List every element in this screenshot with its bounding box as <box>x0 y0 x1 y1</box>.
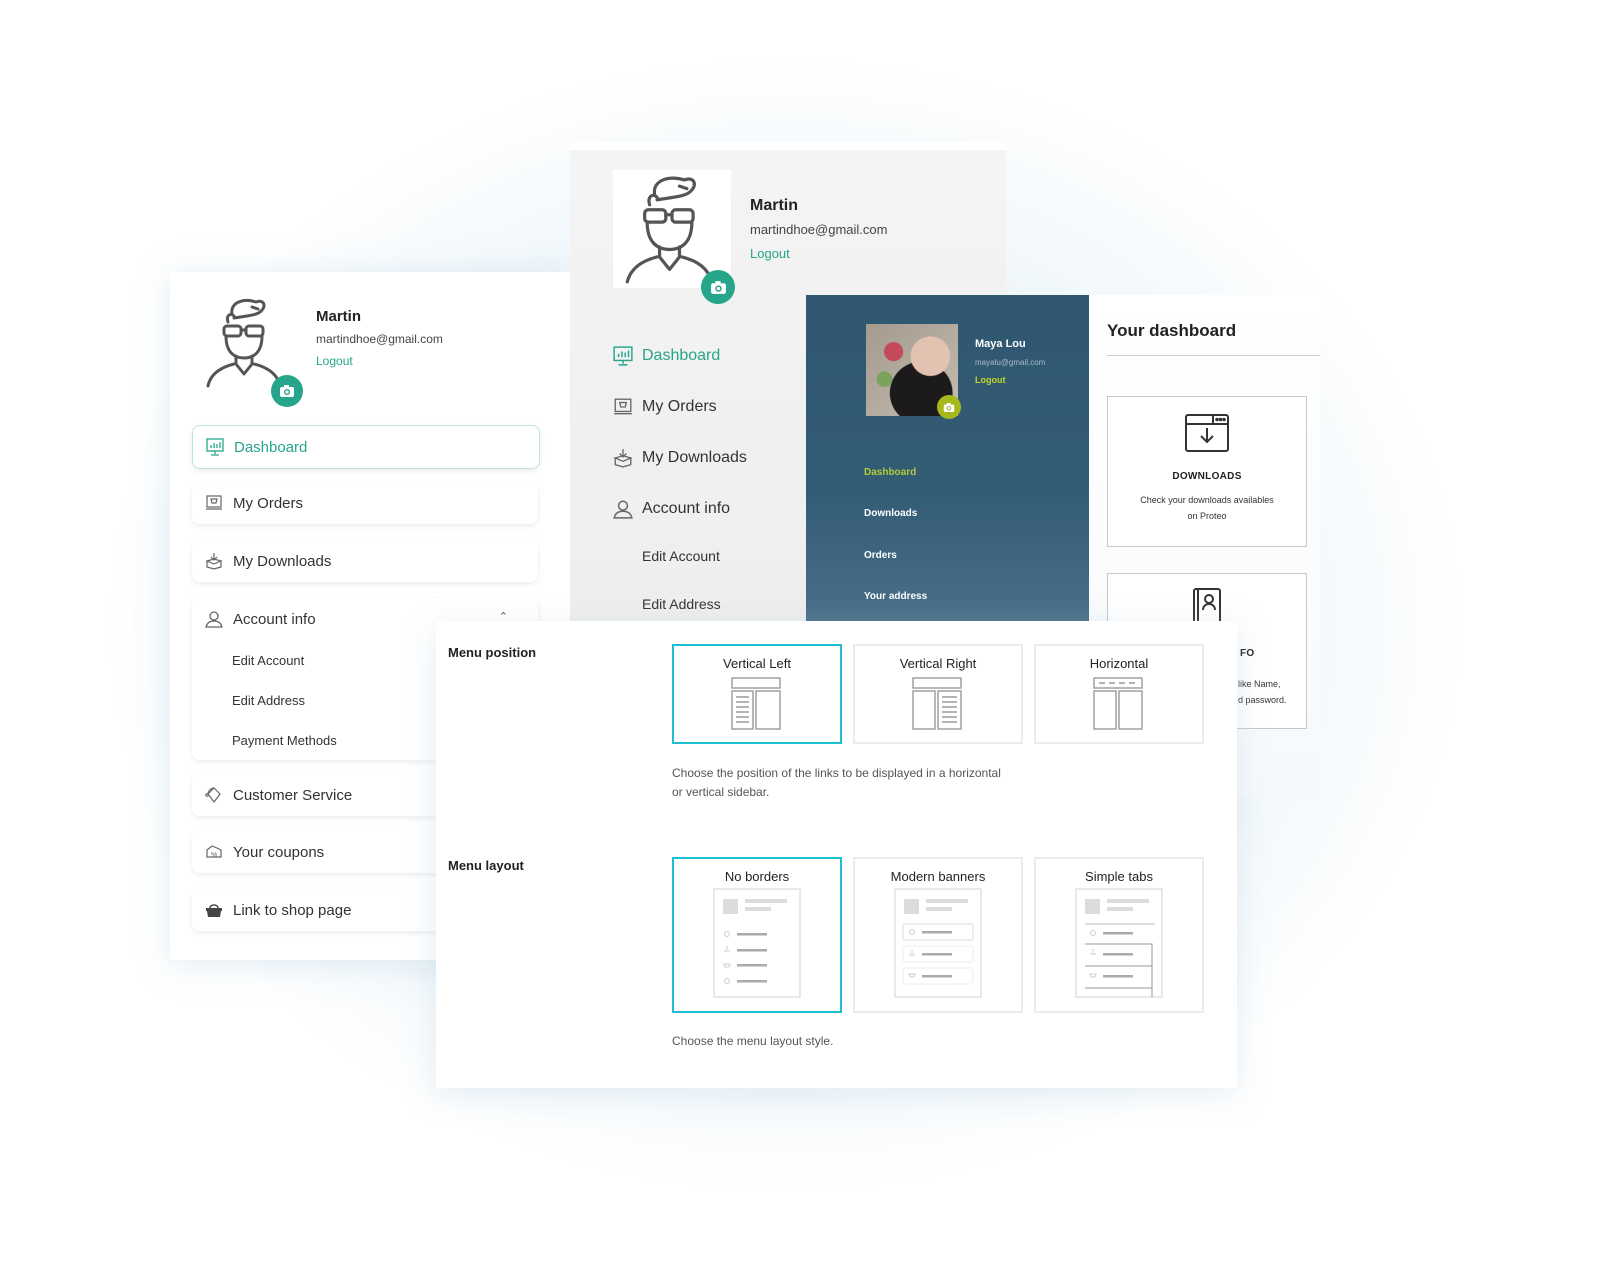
menu-item-your-address[interactable]: Your address <box>864 591 927 602</box>
user-icon <box>612 498 634 520</box>
user-name: Martin <box>750 197 798 214</box>
option-horizontal[interactable]: Horizontal <box>1034 644 1204 744</box>
submenu-edit-account[interactable]: Edit Account <box>642 548 720 564</box>
menu-settings-panel: Menu position Vertical Left Vertical Rig… <box>436 621 1237 1088</box>
menu-item-my-orders[interactable]: My Orders <box>192 482 538 524</box>
modern-banners-preview-icon <box>894 888 982 998</box>
menu-item-downloads[interactable]: Downloads <box>864 508 917 519</box>
divider <box>1107 355 1320 356</box>
headset-icon <box>204 785 224 805</box>
vertical-left-layout-icon <box>731 677 781 730</box>
menu-item-label: My Orders <box>642 398 717 415</box>
logout-link[interactable]: Logout <box>316 354 353 368</box>
option-vertical-left[interactable]: Vertical Left <box>672 644 842 744</box>
card-desc-line: Check your downloads availables <box>1140 495 1274 505</box>
menu-item-my-downloads[interactable]: My Downloads <box>192 540 538 582</box>
simple-tabs-preview-icon <box>1075 888 1163 998</box>
logout-link[interactable]: Logout <box>750 246 790 261</box>
option-label: Vertical Right <box>899 656 977 671</box>
user-name: Maya Lou <box>975 338 1026 350</box>
camera-icon <box>710 280 726 294</box>
menu-item-label: Link to shop page <box>233 901 352 919</box>
card-desc: Check your downloads availables on Prote… <box>1108 492 1306 524</box>
logout-link[interactable]: Logout <box>975 375 1006 385</box>
menu-item-label: Dashboard <box>234 438 308 456</box>
menu-item-label: Account info <box>233 610 316 628</box>
menu-position-label: Menu position <box>448 645 537 660</box>
download-window-icon <box>1108 414 1306 457</box>
option-label: Simple tabs <box>1085 869 1153 884</box>
option-label: No borders <box>724 869 790 884</box>
change-photo-button[interactable] <box>271 375 303 407</box>
option-no-borders[interactable]: No borders <box>672 857 842 1013</box>
user-email: martindhoe@gmail.com <box>750 222 888 237</box>
menu-item-account-info[interactable]: Account info <box>612 498 730 520</box>
no-borders-preview-icon <box>713 888 801 998</box>
menu-item-label: Account info <box>642 500 731 517</box>
dashboard-icon <box>612 345 634 367</box>
card-title: FO <box>1240 648 1255 659</box>
menu-item-label: My Downloads <box>233 552 332 570</box>
description-line: Choose the position of the links to be d… <box>672 766 1001 780</box>
dashboard-icon <box>205 437 225 457</box>
menu-item-label: My Orders <box>233 494 304 512</box>
submenu-edit-address[interactable]: Edit Address <box>642 596 721 612</box>
svg-text:%: % <box>211 852 217 859</box>
user-name: Martin <box>316 308 361 325</box>
downloads-icon <box>612 447 634 469</box>
card-desc-line: on Proteo <box>1187 511 1227 521</box>
vertical-right-layout-icon <box>912 677 962 730</box>
camera-icon <box>280 385 294 397</box>
option-label: Modern banners <box>890 869 986 884</box>
description-line: or vertical sidebar. <box>672 785 770 799</box>
user-icon <box>204 609 224 629</box>
change-photo-button[interactable] <box>701 270 735 304</box>
menu-item-label: Customer Service <box>233 786 353 804</box>
card-title: DOWNLOADS <box>1172 471 1242 482</box>
user-email: martindhoe@gmail.com <box>316 332 443 346</box>
menu-item-my-orders[interactable]: My Orders <box>612 396 717 418</box>
card-desc: like Name, d password. <box>1238 676 1287 708</box>
menu-layout-description: Choose the menu layout style. <box>672 1034 834 1048</box>
basket-icon <box>204 900 224 920</box>
coupon-icon: % <box>204 842 224 862</box>
option-label: Horizontal <box>1089 656 1149 671</box>
option-modern-banners[interactable]: Modern banners <box>853 857 1023 1013</box>
menu-item-dashboard[interactable]: Dashboard <box>612 345 720 367</box>
card-desc-line: like Name, <box>1238 679 1281 689</box>
user-email: mayalu@gmail.com <box>975 358 1046 367</box>
camera-icon <box>943 402 955 412</box>
submenu-payment-methods[interactable]: Payment Methods <box>232 733 337 748</box>
menu-item-orders[interactable]: Orders <box>864 550 897 561</box>
dashboard-title: Your dashboard <box>1107 321 1237 340</box>
menu-position-description: Choose the position of the links to be d… <box>672 764 1001 802</box>
menu-item-label: Your coupons <box>233 843 325 861</box>
menu-layout-label: Menu layout <box>448 858 524 873</box>
horizontal-layout-icon <box>1093 677 1143 730</box>
change-photo-button[interactable] <box>937 395 961 419</box>
menu-item-label: My Downloads <box>642 449 747 466</box>
downloads-icon <box>204 551 224 571</box>
submenu-edit-account[interactable]: Edit Account <box>232 653 304 668</box>
card-desc-line: d password. <box>1238 695 1287 705</box>
account-panel-dark: Maya Lou mayalu@gmail.com Logout Dashboa… <box>806 295 1089 625</box>
submenu-edit-address[interactable]: Edit Address <box>232 693 305 708</box>
option-simple-tabs[interactable]: Simple tabs <box>1034 857 1204 1013</box>
menu-item-dashboard[interactable]: Dashboard <box>864 467 916 478</box>
menu-item-dashboard[interactable]: Dashboard <box>192 425 540 469</box>
menu-item-my-downloads[interactable]: My Downloads <box>612 447 747 469</box>
downloads-card[interactable]: DOWNLOADS Check your downloads available… <box>1107 396 1307 547</box>
option-label: Vertical Left <box>723 656 791 671</box>
menu-item-label: Dashboard <box>642 347 721 364</box>
option-vertical-right[interactable]: Vertical Right <box>853 644 1023 744</box>
orders-icon <box>612 396 634 418</box>
orders-icon <box>204 493 224 513</box>
